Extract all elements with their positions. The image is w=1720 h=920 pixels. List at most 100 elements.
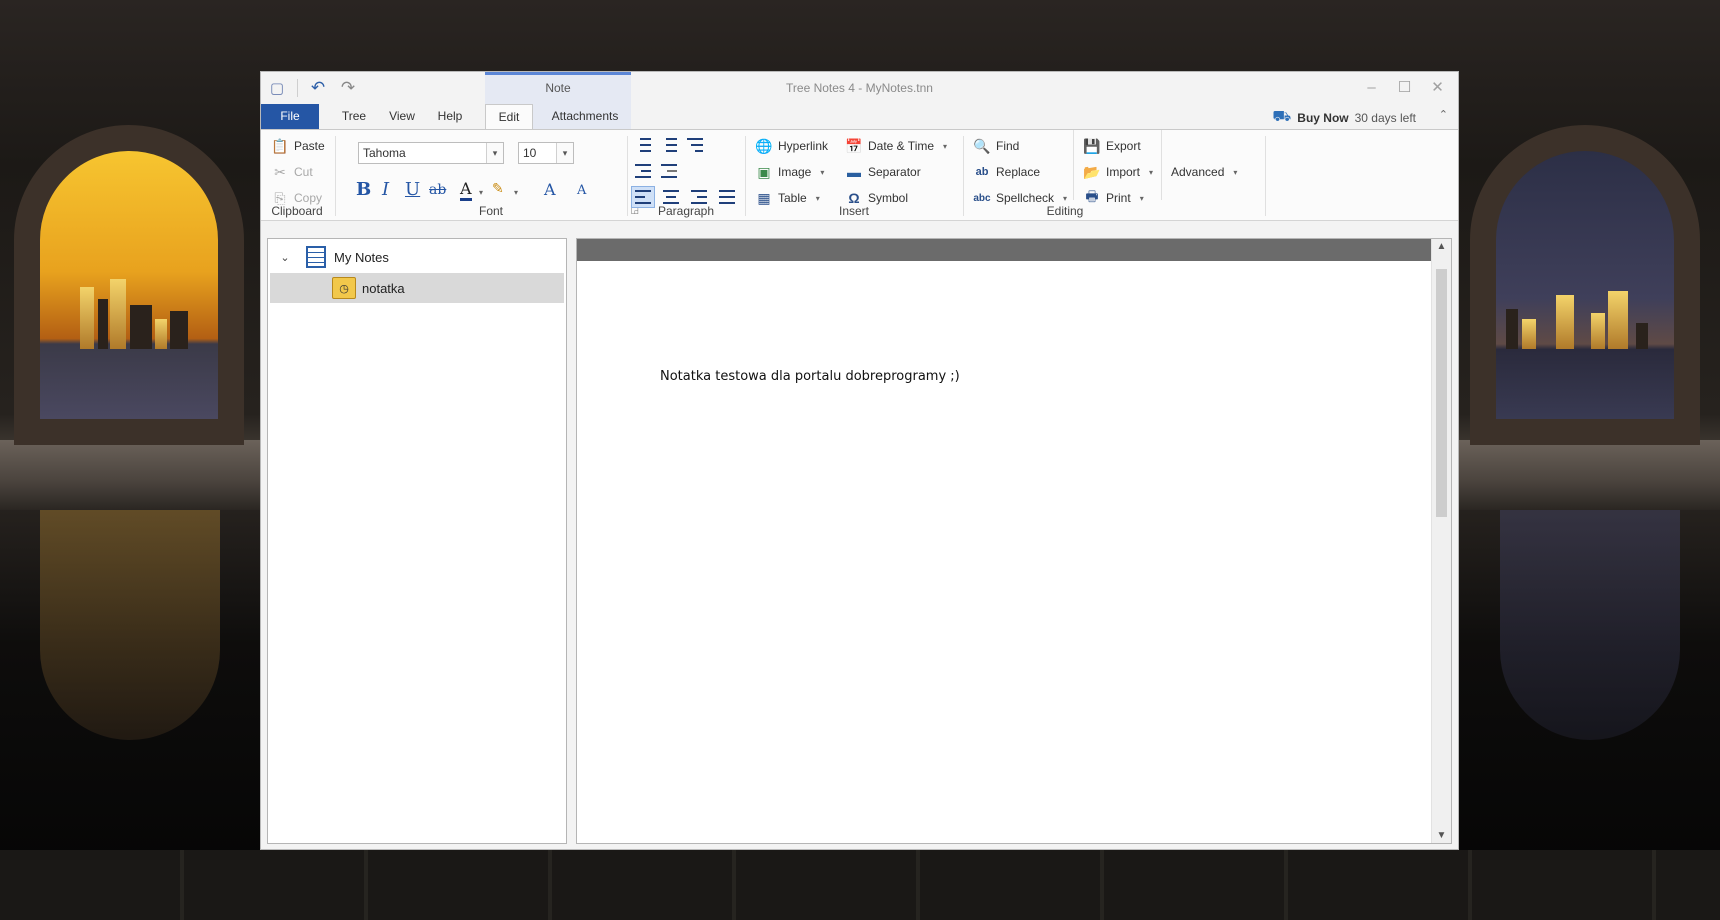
image-button[interactable]: ▣ Image ▾ [755, 161, 824, 183]
hyperlink-button[interactable]: 🌐 Hyperlink [755, 135, 828, 157]
import-button[interactable]: 📂 Import ▾ [1083, 161, 1153, 183]
group-font: Tahoma ▾ 10 ▾ B I U ab A ▾ ✎ ▾ A A ◲ Fon… [337, 130, 645, 220]
chevron-down-icon[interactable]: ▾ [486, 143, 503, 163]
qat-separator [297, 79, 298, 97]
chevron-down-icon: ▾ [815, 193, 820, 203]
date-time-button[interactable]: 📅 Date & Time ▾ [845, 135, 947, 157]
wallpaper-planks [0, 850, 1720, 920]
wallpaper-reflection-right [1500, 510, 1680, 740]
highlight-icon[interactable]: ✎ [492, 181, 504, 197]
cut-button[interactable]: ✂ Cut [271, 161, 313, 183]
group-label-clipboard: Clipboard [271, 204, 323, 218]
group-clipboard: 📋 Paste ✂ Cut ⎘ Copy Clipboard [261, 130, 333, 220]
folder-icon: 📂 [1083, 163, 1101, 180]
shrink-font-icon[interactable]: A [577, 183, 586, 198]
vertical-scrollbar[interactable]: ▲ ▼ [1431, 239, 1451, 843]
strikethrough-icon[interactable]: ab [429, 182, 446, 198]
title-bar: ▢ ↶ ↷ Tree Notes 4 - MyNotes.tnn – ☐ ✕ [261, 72, 1458, 104]
trial-status: 30 days left [1354, 110, 1416, 125]
separator-button[interactable]: ▬ Separator [845, 161, 921, 183]
redo-icon[interactable]: ↷ [338, 78, 358, 98]
tab-attachments[interactable]: Attachments [539, 104, 631, 129]
group-separator [1161, 130, 1162, 200]
highlight-dropdown-icon[interactable]: ▾ [514, 188, 518, 197]
note-folder-icon: ◷ [332, 277, 356, 299]
tree-node-label: notatka [362, 280, 405, 296]
replace-button[interactable]: ab Replace [973, 161, 1040, 183]
group-separator [745, 136, 746, 216]
group-label-paragraph: Paragraph [657, 204, 715, 218]
save-icon: 💾 [1083, 137, 1101, 154]
wallpaper-reflection-left [40, 510, 220, 740]
chevron-down-icon[interactable]: ▾ [556, 143, 573, 163]
group-label-editing: Editing [1046, 204, 1084, 218]
bold-icon[interactable]: B [356, 179, 371, 200]
numbered-list-icon[interactable] [657, 134, 681, 156]
chevron-down-icon: ▾ [820, 167, 825, 177]
undo-icon[interactable]: ↶ [308, 78, 328, 98]
tab-edit[interactable]: Edit [485, 104, 533, 130]
tree-node-label: My Notes [334, 249, 389, 265]
group-separator [1073, 130, 1074, 200]
minimize-button[interactable]: – [1355, 74, 1388, 100]
image-icon: ▣ [757, 163, 771, 180]
tab-view[interactable]: View [381, 104, 423, 129]
decrease-indent-icon[interactable] [657, 160, 681, 182]
buy-now-area: ⛟ Buy Now 30 days left [1272, 108, 1416, 127]
maximize-button[interactable]: ☐ [1388, 74, 1421, 100]
buy-now-link[interactable]: Buy Now [1297, 111, 1348, 125]
tab-tree[interactable]: Tree [333, 104, 375, 129]
scroll-up-icon[interactable]: ▲ [1432, 241, 1451, 252]
group-paragraph: Paragraph [629, 130, 743, 220]
font-size-select[interactable]: 10 ▾ [518, 142, 574, 164]
note-body-text[interactable]: Notatka testowa dla portalu dobreprogram… [660, 369, 960, 384]
tree-node-root[interactable]: ⌄ My Notes [268, 242, 566, 272]
tab-help[interactable]: Help [429, 104, 471, 129]
ribbon: 📋 Paste ✂ Cut ⎘ Copy Clipboard Tahoma ▾ … [261, 129, 1458, 221]
separator-icon: ▬ [847, 164, 861, 180]
bullet-list-icon[interactable] [631, 134, 655, 156]
scroll-down-icon[interactable]: ▼ [1432, 830, 1451, 841]
tree-node-item[interactable]: ◷ notatka [270, 273, 564, 303]
group-separator [963, 136, 964, 216]
scissors-icon: ✂ [274, 163, 286, 180]
notes-tree-pane[interactable]: ⌄ My Notes ◷ notatka [267, 238, 567, 844]
underline-icon[interactable]: U [405, 179, 420, 200]
chevron-down-icon: ▾ [1063, 193, 1068, 203]
chevron-down-icon: ▾ [1149, 167, 1154, 177]
group-separator [627, 136, 628, 216]
notebook-icon [306, 246, 326, 268]
calendar-icon: 📅 [845, 137, 863, 154]
grow-font-icon[interactable]: A [544, 180, 556, 199]
wallpaper-arch-right [1470, 125, 1700, 445]
note-editor[interactable]: ▲ ▼ Notatka testowa dla portalu dobrepro… [576, 238, 1452, 844]
font-family-select[interactable]: Tahoma ▾ [358, 142, 504, 164]
find-button[interactable]: 🔍 Find [973, 135, 1019, 157]
chevron-down-icon[interactable]: ⌄ [272, 251, 298, 264]
font-color-dropdown-icon[interactable]: ▾ [479, 188, 483, 197]
group-separator [1265, 136, 1266, 216]
replace-icon: ab [975, 166, 989, 178]
magnifier-icon: 🔍 [973, 137, 991, 154]
export-button[interactable]: 💾 Export [1083, 135, 1140, 157]
advanced-button[interactable]: Advanced ▾ [1171, 161, 1237, 183]
scrollbar-thumb[interactable] [1436, 269, 1447, 517]
group-label-font: Font [478, 204, 503, 218]
multilevel-list-icon[interactable] [683, 134, 707, 156]
buy-now-icon[interactable]: ⛟ [1272, 108, 1291, 127]
group-insert: 🌐 Hyperlink ▣ Image ▾ ▦ Table ▾ 📅 Date &… [747, 130, 961, 220]
chevron-down-icon: ▾ [943, 141, 948, 151]
close-button[interactable]: ✕ [1421, 74, 1454, 100]
group-label-insert: Insert [838, 204, 869, 218]
italic-icon[interactable]: I [382, 179, 389, 200]
app-icon[interactable]: ▢ [267, 78, 287, 98]
tab-file[interactable]: File [261, 104, 319, 129]
increase-indent-icon[interactable] [631, 160, 655, 182]
app-window: ▢ ↶ ↷ Tree Notes 4 - MyNotes.tnn – ☐ ✕ N… [260, 71, 1459, 850]
wallpaper-arch-left [14, 125, 244, 445]
ruler [577, 239, 1431, 261]
collapse-ribbon-icon[interactable]: ⌃ [1439, 108, 1448, 121]
group-separator [335, 136, 336, 216]
paste-button[interactable]: 📋 Paste [271, 135, 324, 157]
font-color-icon[interactable]: A [460, 180, 472, 201]
